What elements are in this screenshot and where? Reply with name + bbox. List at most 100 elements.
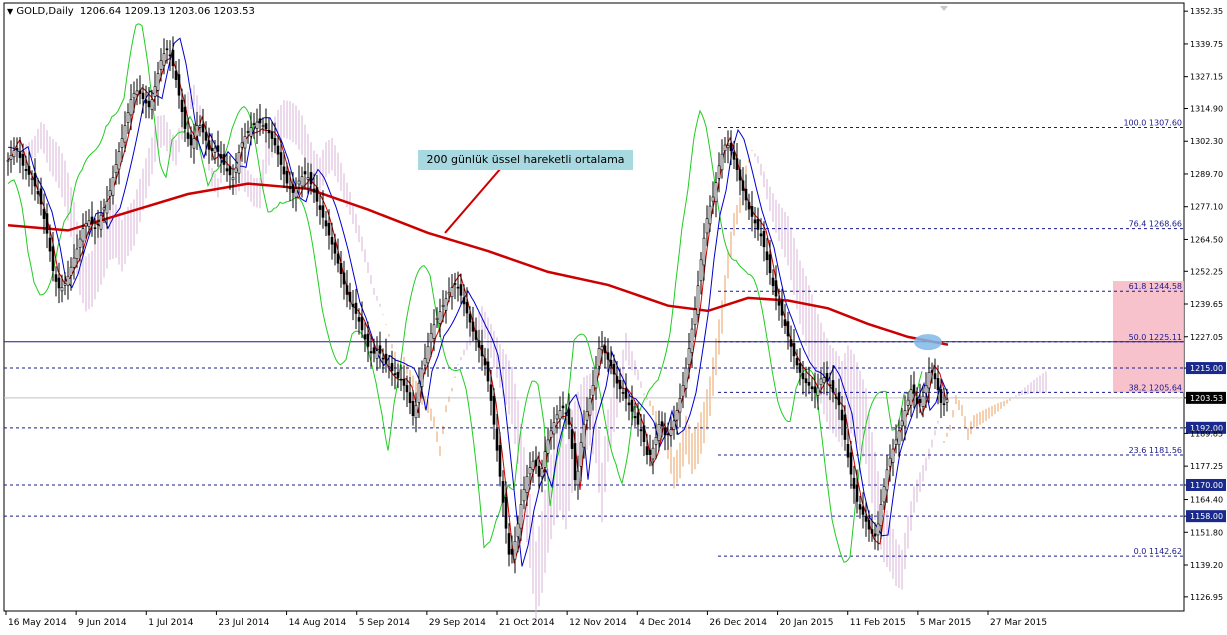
candle-body [264, 123, 268, 130]
candle-body [783, 319, 787, 326]
candle-body [321, 205, 325, 218]
candle-body [426, 346, 430, 364]
candle-body [846, 444, 850, 458]
candle-body [360, 316, 364, 331]
candle-body [405, 385, 409, 393]
candle-body [933, 373, 937, 380]
candle-body [678, 398, 682, 413]
candle-body [198, 125, 202, 128]
candle-body [885, 469, 889, 491]
y-tick-label: 1177.25 [1190, 462, 1223, 471]
candle-body [666, 433, 670, 436]
candle-body [684, 367, 688, 389]
candle-body [63, 283, 67, 286]
candle-body [315, 187, 319, 202]
candle-body [774, 280, 778, 297]
candle-body [291, 184, 295, 193]
candle-body [495, 428, 499, 451]
chevron-down-icon[interactable]: ▼ [7, 7, 13, 16]
candle-body [672, 420, 676, 430]
candle-body [231, 177, 235, 181]
candle-body [645, 446, 649, 455]
x-tick-label: 1 Jul 2014 [148, 618, 193, 628]
candle-body [636, 412, 640, 425]
x-tick-label: 21 Oct 2014 [499, 618, 555, 628]
candle-body [96, 223, 100, 226]
candle-body [600, 346, 604, 351]
candle-body [324, 220, 328, 227]
candle-body [249, 127, 253, 137]
candle-body [288, 186, 292, 190]
candle-body [45, 213, 49, 234]
candle-body [855, 484, 859, 502]
candle-body [849, 452, 853, 475]
candle-body [270, 132, 274, 139]
candle-body [297, 180, 301, 185]
candle-body [696, 285, 700, 315]
candle-body [33, 173, 37, 187]
symbol-label: GOLD,Daily [16, 6, 74, 17]
y-tick-label: 1203.53 [1190, 394, 1223, 403]
candle-body [936, 378, 940, 391]
y-tick-label: 1164.40 [1190, 496, 1223, 505]
candle-body [390, 363, 394, 371]
candle-body [141, 92, 145, 100]
candle-body [255, 121, 259, 129]
candle-body [654, 437, 658, 445]
candle-body [909, 389, 913, 406]
candle-body [501, 481, 505, 503]
y-tick-label: 1314.90 [1190, 104, 1223, 113]
price-chart[interactable]: 100.0 1307.60 76.4 1268.66 61.8 1244.58 50.… [0, 0, 1227, 631]
candle-body [279, 152, 283, 165]
highlight-ellipse [914, 334, 942, 351]
candle-body [543, 451, 547, 468]
y-tick-label: 1289.70 [1190, 170, 1223, 179]
candle-body [36, 191, 40, 195]
candle-body [465, 301, 469, 314]
candle-body [303, 171, 307, 175]
candle-body [627, 402, 631, 406]
candle-body [39, 188, 43, 205]
candle-body [363, 334, 367, 340]
candle-body [738, 169, 742, 181]
x-tick-label: 9 Jun 2014 [78, 618, 127, 628]
candle-body [435, 317, 439, 320]
candle-body [165, 48, 169, 51]
candle-body [381, 357, 385, 360]
candle-body [651, 447, 655, 460]
candle-body [522, 489, 526, 502]
candle-body [336, 253, 340, 264]
candle-body [513, 540, 517, 560]
y-tick-label: 1252.25 [1190, 267, 1223, 276]
candle-body [576, 470, 580, 486]
candle-body [189, 134, 193, 146]
candle-body [690, 328, 694, 353]
candle-body [591, 385, 595, 396]
candle-body [327, 222, 331, 236]
candle-body [609, 360, 613, 367]
candle-body [624, 388, 628, 399]
candle-body [579, 442, 583, 467]
candle-body [858, 504, 862, 510]
candle-body [276, 145, 280, 155]
candle-body [819, 378, 823, 386]
candle-body [240, 142, 244, 148]
candle-body [117, 151, 121, 170]
candle-body [546, 439, 550, 454]
chart-window[interactable]: 100.0 1307.60 76.4 1268.66 61.8 1244.58 50.… [0, 0, 1227, 631]
candle-body [750, 206, 754, 217]
candle-body [906, 399, 910, 406]
candle-body [414, 405, 418, 419]
candle-body [732, 151, 736, 160]
candle-body [717, 165, 721, 179]
candle-body [411, 401, 415, 416]
candle-body [861, 506, 865, 515]
y-tick-label: 1189.85 [1190, 429, 1223, 438]
y-tick-label: 1264.50 [1190, 235, 1223, 244]
fib-label: 100.0 1307.60 [1123, 118, 1182, 127]
candle-body [444, 298, 448, 311]
candle-body [300, 176, 304, 187]
candle-body [777, 300, 781, 306]
candle-body [519, 504, 523, 529]
candle-body [51, 246, 55, 271]
